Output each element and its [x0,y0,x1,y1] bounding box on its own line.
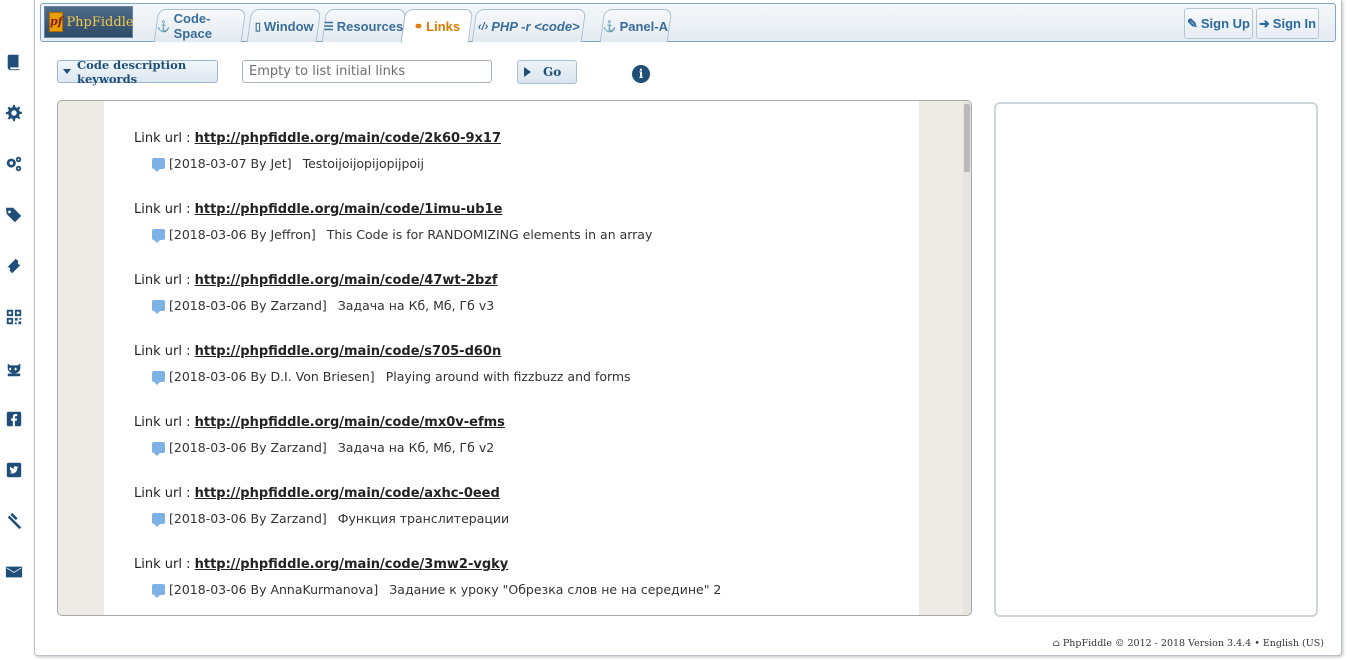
sign-up-button[interactable]: ✎ Sign Up [1184,8,1253,39]
link-item: Link url : http://phpfiddle.org/main/cod… [134,483,919,554]
link-meta: [2018-03-07 By Jet] [169,155,292,171]
link-prefix: Link url : [134,415,191,430]
pencil-icon: ✎ [1186,15,1198,31]
links-panel: Link url : http://phpfiddle.org/main/cod… [57,100,972,616]
link-description: Задание к уроку "Обрезка слов не на сере… [389,581,722,597]
link-prefix: Link url : [134,344,191,359]
link-url[interactable]: http://phpfiddle.org/main/code/axhc-0eed [195,486,500,501]
link-description: Задача на Кб, Мб, Гб v3 [337,297,495,313]
link-meta: [2018-03-06 By Zarzand] [169,510,327,526]
comment-icon [152,370,165,385]
anchor-icon: ⚓ [603,20,618,33]
tab-code-space[interactable]: ⚓ Code-Space [153,9,247,42]
code-icon: ‹/› [478,20,489,32]
link-meta: [2018-03-06 By Zarzand] [169,439,327,455]
link-meta: [2018-03-06 By Zarzand] [169,297,327,313]
link-prefix: Link url : [134,202,191,217]
info-icon[interactable]: i [632,65,650,83]
comment-icon [152,441,165,456]
link-meta: [2018-03-06 By Jeffron] [169,226,316,242]
caret-down-icon [63,69,71,74]
comment-icon [152,512,165,527]
link-meta: [2018-03-06 By AnnaKurmanova] [169,581,379,597]
tab-window[interactable]: ▯ Window [246,9,322,42]
link-prefix: Link url : [134,557,191,572]
resources-icon: ☰ [324,20,335,33]
link-url[interactable]: http://phpfiddle.org/main/code/mx0v-efms [195,415,505,430]
link-item: Link url : http://phpfiddle.org/main/cod… [134,270,919,341]
link-item: Link url : http://phpfiddle.org/main/cod… [134,554,919,615]
keywords-dropdown-button[interactable]: Code description keywords [57,58,218,86]
link-url[interactable]: http://phpfiddle.org/main/code/47wt-2bzf [195,273,498,288]
footer: ⌂ PhpFiddle © 2012 - 2018 Version 3.4.4 … [1053,638,1324,649]
link-prefix: Link url : [134,131,191,146]
code-space-icon: ⚓ [156,20,171,33]
links-search-input[interactable] [242,60,492,83]
play-icon [524,67,531,77]
comment-icon [152,157,165,172]
comment-icon [152,583,165,598]
link-description: Задача на Кб, Мб, Гб v2 [337,439,495,455]
logo-mark: pf [49,12,64,32]
book-icon[interactable] [4,52,24,72]
link-description: Функция транслитерации [337,510,510,526]
logo-text: PhpFiddle [66,14,134,30]
link-prefix: Link url : [134,273,191,288]
link-description: This Code is for RANDOMIZING elements in… [326,226,653,242]
github-icon[interactable] [4,359,24,379]
right-preview-panel [994,102,1318,617]
link-url[interactable]: http://phpfiddle.org/main/code/2k60-9x17 [195,131,501,146]
top-navigation-bar: pf PhpFiddle ⚓ Code-Space ▯ Window ☰ Resour… [40,3,1336,43]
tags-icon[interactable] [4,205,24,225]
comment-icon [152,299,165,314]
link-url[interactable]: http://phpfiddle.org/main/code/s705-d60n [195,344,502,359]
link-prefix: Link url : [134,486,191,501]
ticket-icon[interactable] [4,256,24,276]
link-url[interactable]: http://phpfiddle.org/main/code/3mw2-vgky [195,557,509,572]
phpfiddle-logo[interactable]: pf PhpFiddle [44,6,134,38]
go-button[interactable]: Go [517,60,577,84]
link-description: Testoijoijopijopijpoij [302,155,424,171]
link-item: Link url : http://phpfiddle.org/main/cod… [134,128,919,199]
tab-links[interactable]: ⚭ Links [400,9,474,43]
facebook-icon[interactable] [4,409,24,429]
home-icon[interactable]: ⌂ [1053,638,1060,649]
link-meta: [2018-03-06 By D.I. Von Briesen] [169,368,375,384]
qrcode-icon[interactable] [4,307,24,327]
comment-icon [152,228,165,243]
link-item: Link url : http://phpfiddle.org/main/cod… [134,412,919,483]
window-icon: ▯ [254,20,261,33]
links-list: Link url : http://phpfiddle.org/main/cod… [104,101,919,615]
twitter-icon[interactable] [4,460,24,480]
envelope-icon[interactable] [4,562,24,582]
sign-in-button[interactable]: ➜ Sign In [1256,8,1319,39]
left-icon-bar [0,0,30,660]
tab-resources[interactable]: ☰ Resources [321,9,407,42]
gear-icon[interactable] [4,103,24,123]
gears-icon[interactable] [4,154,24,174]
link-icon: ⚭ [413,21,424,33]
link-item: Link url : http://phpfiddle.org/main/cod… [134,199,919,270]
link-url[interactable]: http://phpfiddle.org/main/code/1imu-ub1e [195,202,503,217]
footer-text: PhpFiddle © 2012 - 2018 Version 3.4.4 • … [1062,638,1324,649]
scrollbar-thumb[interactable] [964,104,970,172]
link-description: Playing around with fizzbuzz and forms [385,368,631,384]
links-scrollbar[interactable] [963,101,971,615]
gavel-icon[interactable] [4,511,24,531]
sign-in-icon: ➜ [1258,15,1270,31]
tab-php-r[interactable]: ‹/› PHP -r <code> [471,9,587,42]
link-item: Link url : http://phpfiddle.org/main/cod… [134,341,919,412]
tab-panel-a[interactable]: ⚓ Panel-A [599,9,673,42]
